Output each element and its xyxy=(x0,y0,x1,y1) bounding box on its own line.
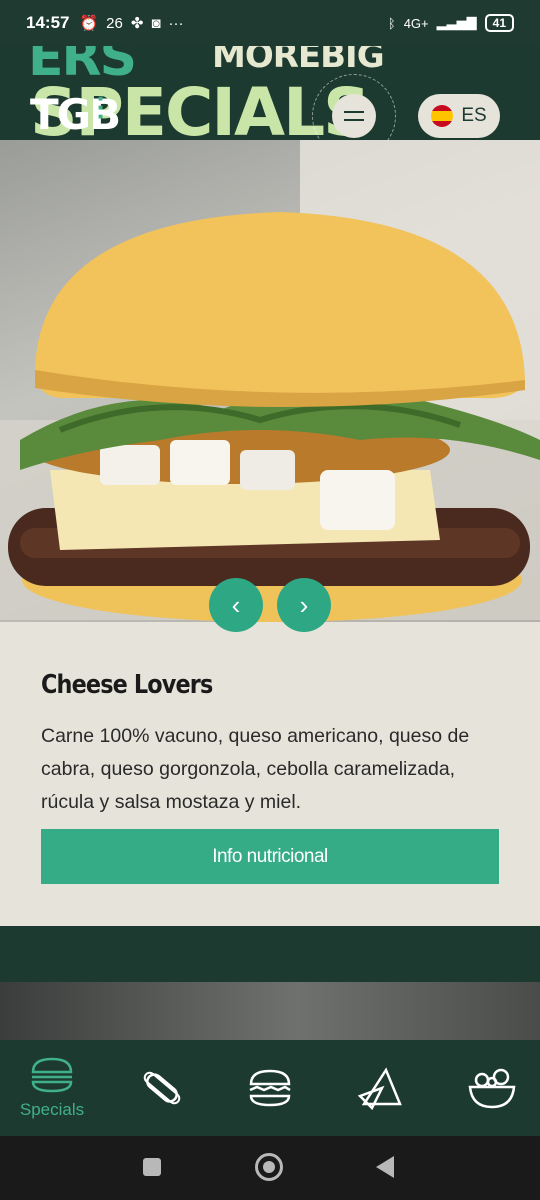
signal-icon: ▂▃▅▇ xyxy=(436,15,477,30)
burger-illustration xyxy=(0,140,540,622)
tab-hotdogs[interactable] xyxy=(130,1040,194,1136)
bluetooth-icon: ᛒ xyxy=(387,15,396,31)
status-bar: 14:57 ⏰ 26 ✤ ◙ ··· ᛒ 4G+ ▂▃▅▇ 41 xyxy=(0,0,540,46)
next-product-image xyxy=(0,982,540,1040)
instagram-icon: ◙ xyxy=(151,14,161,32)
logo-decoration: ■■■ xyxy=(96,94,105,121)
category-tabbar: Specials xyxy=(0,1040,540,1136)
nachos-icon xyxy=(358,1067,402,1110)
tgb-logo[interactable]: TGB xyxy=(30,90,121,139)
product-image xyxy=(0,140,540,622)
status-time: 14:57 xyxy=(26,13,70,32)
product-card: Cheese Lovers Carne 100% vacuno, queso a… xyxy=(0,622,540,926)
temperature-text: 26 xyxy=(106,14,123,32)
burger-icon xyxy=(31,1057,73,1093)
fan-icon: ✤ xyxy=(130,15,144,32)
back-button[interactable] xyxy=(376,1156,394,1178)
language-label: ES xyxy=(461,105,487,126)
previous-button[interactable]: ‹ xyxy=(209,578,263,632)
spain-flag-icon xyxy=(431,105,454,127)
salad-icon xyxy=(468,1068,516,1109)
more-dots-icon: ··· xyxy=(168,14,184,32)
next-button[interactable]: › xyxy=(277,578,331,632)
banner-text-right: MOREBIG xyxy=(212,46,385,76)
chevron-right-icon: › xyxy=(299,589,309,620)
recents-button[interactable] xyxy=(143,1158,161,1176)
product-description: Carne 100% vacuno, queso americano, ques… xyxy=(41,725,470,813)
tab-label-specials: Specials xyxy=(19,1100,85,1119)
hamburger-line xyxy=(344,119,364,121)
header: ERS MOREBIG SPECIALS TGB ■■■ ES xyxy=(0,46,540,140)
menu-button[interactable] xyxy=(332,94,376,138)
hotdog-icon xyxy=(143,1071,181,1105)
product-title: Cheese Lovers xyxy=(41,670,213,700)
nutrition-info-button[interactable]: Info nutricional xyxy=(41,829,499,884)
language-button[interactable]: ES xyxy=(418,94,500,138)
network-text: 4G+ xyxy=(403,15,429,31)
alarm-icon: ⏰ xyxy=(79,15,99,32)
tab-specials[interactable]: Specials xyxy=(12,1040,92,1136)
tab-nachos[interactable] xyxy=(350,1040,414,1136)
tab-salads[interactable] xyxy=(460,1040,524,1136)
chevron-left-icon: ‹ xyxy=(231,589,241,620)
tab-burgers[interactable] xyxy=(238,1040,302,1136)
home-button[interactable] xyxy=(255,1153,283,1181)
system-navbar xyxy=(0,1136,540,1200)
burger-icon xyxy=(249,1069,291,1107)
section-divider xyxy=(0,926,540,982)
hamburger-line xyxy=(344,111,364,113)
battery-icon: 41 xyxy=(484,14,514,32)
